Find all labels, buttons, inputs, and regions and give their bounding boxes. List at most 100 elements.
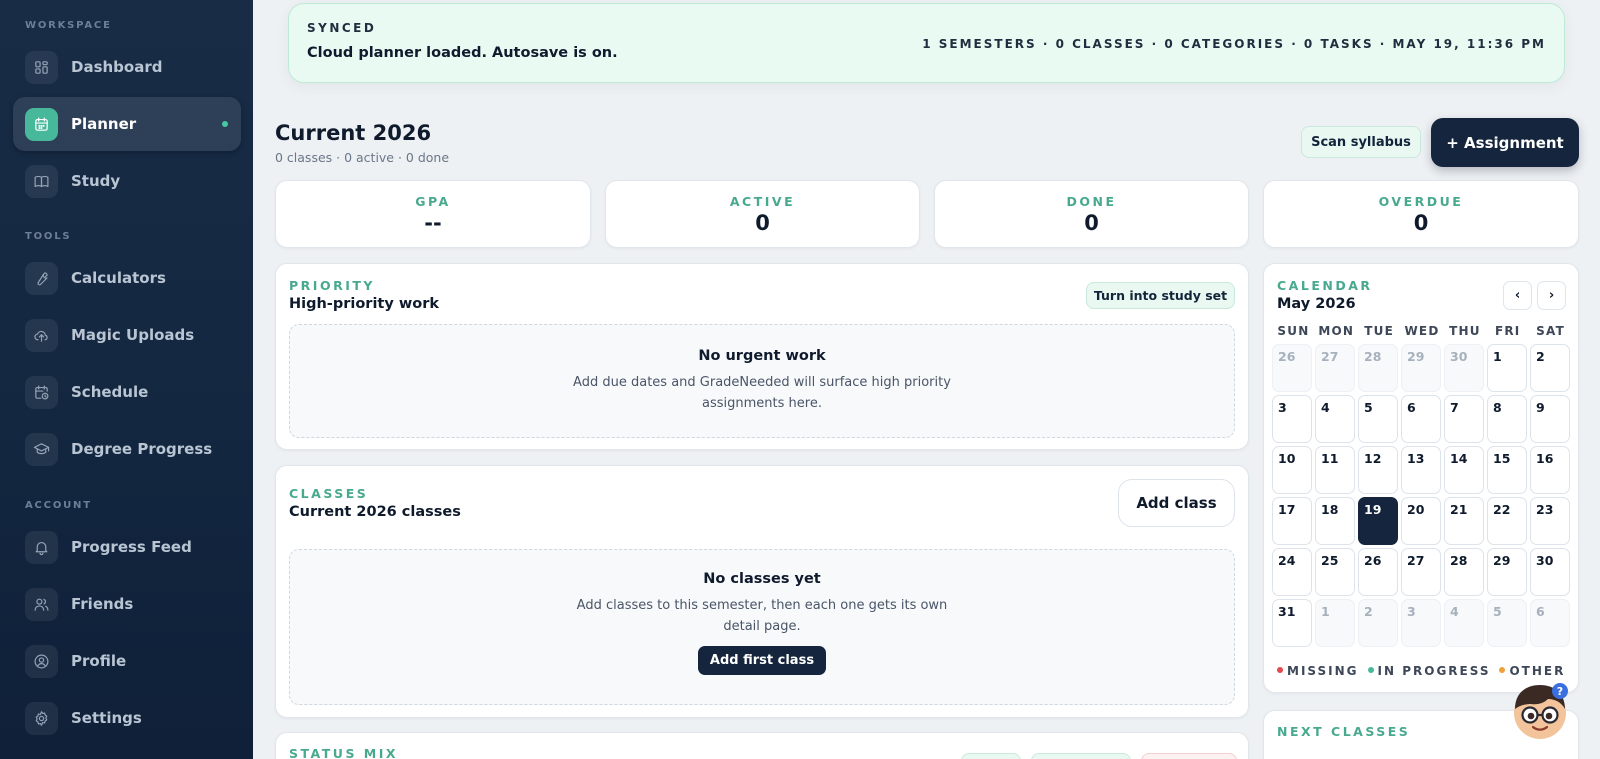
calendar-day[interactable]: 4 <box>1315 395 1355 443</box>
status-chip[interactable] <box>961 753 1021 759</box>
turn-into-study-set-button[interactable]: Turn into study set <box>1086 282 1235 309</box>
calendar-day[interactable]: 8 <box>1487 395 1527 443</box>
status-mix-card: STATUS MIX <box>275 732 1249 759</box>
calendar-day[interactable]: 23 <box>1530 497 1570 545</box>
svg-text:?: ? <box>1557 685 1563 698</box>
calendar-day[interactable]: 13 <box>1401 446 1441 494</box>
calendar-day[interactable]: 30 <box>1530 548 1570 596</box>
sidebar-item-schedule[interactable]: Schedule <box>13 365 241 419</box>
calendar-day[interactable]: 27 <box>1401 548 1441 596</box>
calendar-eyebrow: CALENDAR <box>1277 278 1373 293</box>
sync-stats: 1 SEMESTERS · 0 CLASSES · 0 CATEGORIES ·… <box>922 37 1546 51</box>
calendar-day[interactable]: 9 <box>1530 395 1570 443</box>
calendar-day[interactable]: 10 <box>1272 446 1312 494</box>
calendar-day[interactable]: 6 <box>1401 395 1441 443</box>
calendar-weekday-header: SUN MON TUE WED THU FRI SAT <box>1272 324 1572 340</box>
stat-card-overdue: OVERDUE 0 <box>1263 180 1579 248</box>
sidebar-item-degree-progress[interactable]: Degree Progress <box>13 422 241 476</box>
calendar-card: CALENDAR May 2026 ‹ › SUN MON TUE WED THU FRI… <box>1263 263 1579 693</box>
calendar-day[interactable]: 22 <box>1487 497 1527 545</box>
status-chip[interactable] <box>1141 753 1237 759</box>
calendar-prev-button[interactable]: ‹ <box>1503 281 1532 310</box>
calendar-day[interactable]: 5 <box>1358 395 1398 443</box>
calendar-weekday: WED <box>1404 324 1440 338</box>
sidebar-item-planner[interactable]: Planner <box>13 97 241 151</box>
help-mascot-avatar[interactable]: ? <box>1508 679 1572 743</box>
stat-value: 0 <box>1084 211 1099 235</box>
calendar-next-button[interactable]: › <box>1537 281 1566 310</box>
sidebar-item-calculators[interactable]: Calculators <box>13 251 241 305</box>
sidebar-item-study[interactable]: Study <box>13 154 241 208</box>
stat-value: -- <box>424 211 442 235</box>
sidebar-item-label: Planner <box>71 115 137 133</box>
calendar-day[interactable]: 21 <box>1444 497 1484 545</box>
empty-description: Add due dates and GradeNeeded will surfa… <box>573 375 951 411</box>
sidebar-item-magic-uploads[interactable]: Magic Uploads <box>13 308 241 362</box>
graduation-cap-icon <box>25 432 58 466</box>
calendar-day[interactable]: 27 <box>1315 344 1355 392</box>
sidebar-item-label: Schedule <box>71 383 149 401</box>
grid-icon <box>25 50 58 84</box>
calendar-day[interactable]: 2 <box>1358 599 1398 647</box>
priority-empty-state: No urgent work Add due dates and GradeNe… <box>289 324 1235 438</box>
calendar-weekday: THU <box>1449 324 1481 338</box>
status-chip[interactable] <box>1031 753 1131 759</box>
sync-message: Cloud planner loaded. Autosave is on. <box>307 45 618 61</box>
calendar-day[interactable]: 26 <box>1272 344 1312 392</box>
empty-title: No urgent work <box>698 348 826 364</box>
calendar-weekday: SUN <box>1277 324 1310 338</box>
calendar-day[interactable]: 28 <box>1358 344 1398 392</box>
sidebar-item-dashboard[interactable]: Dashboard <box>13 40 241 94</box>
calendar-day[interactable]: 20 <box>1401 497 1441 545</box>
next-classes-eyebrow: NEXT CLASSES <box>1277 724 1411 739</box>
calendar-day[interactable]: 30 <box>1444 344 1484 392</box>
sidebar-item-friends[interactable]: Friends <box>13 577 241 631</box>
calendar-day[interactable]: 15 <box>1487 446 1527 494</box>
legend-dot <box>1367 667 1374 673</box>
calendar-day[interactable]: 3 <box>1272 395 1312 443</box>
calendar-clock-icon <box>25 375 58 409</box>
calendar-day[interactable]: 17 <box>1272 497 1312 545</box>
calendar-day[interactable]: 18 <box>1315 497 1355 545</box>
chevron-left-icon: ‹ <box>1514 288 1521 303</box>
calendar-day[interactable]: 6 <box>1530 599 1570 647</box>
calendar-day[interactable]: 12 <box>1358 446 1398 494</box>
calendar-day[interactable]: 26 <box>1358 548 1398 596</box>
legend-dot <box>1499 667 1506 673</box>
semester-title: Current 2026 <box>275 121 432 145</box>
calendar-day[interactable]: 31 <box>1272 599 1312 647</box>
calendar-day[interactable]: 14 <box>1444 446 1484 494</box>
sidebar-item-profile[interactable]: Profile <box>13 634 241 688</box>
calendar-day[interactable]: 29 <box>1487 548 1527 596</box>
add-first-class-button[interactable]: Add first class <box>697 646 827 675</box>
calendar-day[interactable]: 5 <box>1487 599 1527 647</box>
sidebar-item-label: Progress Feed <box>71 538 192 556</box>
stat-card-active: ACTIVE 0 <box>605 180 920 248</box>
calendar-day[interactable]: 1 <box>1315 599 1355 647</box>
sidebar-item-progress-feed[interactable]: Progress Feed <box>13 520 241 574</box>
calendar-legend: MISSING IN PROGRESS OTHER <box>1277 664 1574 678</box>
stat-label: GPA <box>415 194 451 209</box>
calendar-day[interactable]: 28 <box>1444 548 1484 596</box>
calendar-day[interactable]: 4 <box>1444 599 1484 647</box>
calendar-day[interactable]: 16 <box>1530 446 1570 494</box>
add-assignment-button[interactable]: + Assignment <box>1431 118 1579 167</box>
book-icon <box>25 164 58 198</box>
add-class-button[interactable]: Add class <box>1118 479 1235 527</box>
calendar-day[interactable]: 25 <box>1315 548 1355 596</box>
semester-subtitle: 0 classes · 0 active · 0 done <box>275 150 450 165</box>
calendar-day[interactable]: 7 <box>1444 395 1484 443</box>
calendar-day[interactable]: 1 <box>1487 344 1527 392</box>
calendar-day[interactable]: 3 <box>1401 599 1441 647</box>
scan-syllabus-button[interactable]: Scan syllabus <box>1301 126 1421 158</box>
sidebar-item-settings[interactable]: Settings <box>13 691 241 745</box>
calendar-day[interactable]: 11 <box>1315 446 1355 494</box>
calendar-day[interactable]: 2 <box>1530 344 1570 392</box>
calendar-day[interactable]: 29 <box>1401 344 1441 392</box>
classes-eyebrow: CLASSES <box>289 486 369 501</box>
calendar-day[interactable]: 24 <box>1272 548 1312 596</box>
priority-title: High-priority work <box>289 296 439 312</box>
calendar-day-today[interactable]: 19 <box>1358 497 1398 545</box>
calendar-weekday: TUE <box>1364 324 1394 338</box>
legend-label: OTHER <box>1509 664 1566 678</box>
